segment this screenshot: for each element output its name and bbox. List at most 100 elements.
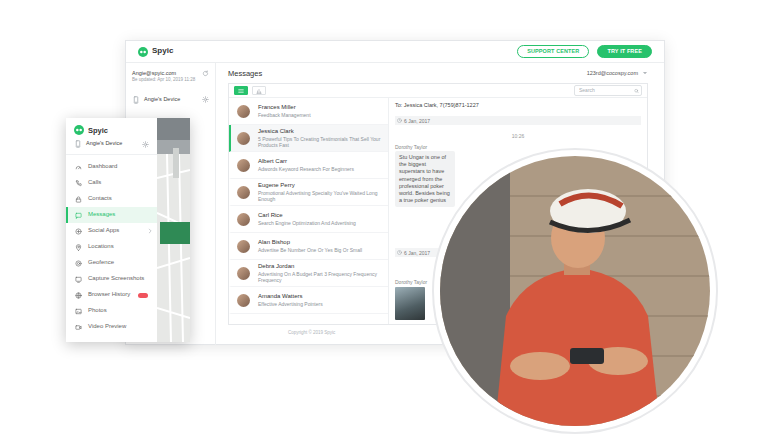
contact-name: Albert Carr — [258, 158, 354, 166]
date-label: 6 Jan, 2017 — [404, 250, 430, 256]
gear-icon[interactable] — [202, 96, 209, 103]
chevron-right-icon — [147, 228, 153, 234]
account-email: Angie@spyic.com — [132, 70, 176, 77]
phone-icon — [75, 180, 82, 187]
contact-name: Alan Bishop — [258, 239, 362, 247]
sidebar-item[interactable]: Video Preview — [66, 319, 157, 335]
search-icon — [634, 88, 639, 93]
geofence-target-icon — [75, 260, 82, 267]
try-free-button[interactable]: TRY IT FREE — [597, 45, 652, 58]
account-switcher[interactable]: 123rd@cocospy.com — [587, 70, 648, 77]
contact-avatar — [237, 105, 250, 118]
contact-avatar — [237, 159, 250, 172]
conversation-row[interactable]: Carl RiceSearch Engine Optimization And … — [229, 206, 388, 233]
message-preview: Effective Advertising Pointers — [258, 301, 323, 307]
sidebar-item-label: Geofence — [88, 259, 114, 266]
conversation-row[interactable]: Debra JordanAdvertising On A Budget Part… — [229, 260, 388, 287]
conversation-row[interactable]: Eugene PerryPromotional Advertising Spec… — [229, 179, 388, 206]
sidebar-item-label: Video Preview — [88, 323, 126, 330]
sidebar-item[interactable]: Calls — [66, 175, 157, 191]
gear-icon[interactable] — [142, 141, 149, 148]
phone-device-icon — [132, 96, 140, 104]
messages-title-row: Messages123rd@cocospy.com — [228, 63, 648, 83]
sidebar-item[interactable]: Capture Screenshots — [66, 271, 157, 287]
spyic-logo-icon — [138, 47, 148, 57]
message-bubble: Stu Ungar is one of the biggest supersta… — [395, 151, 455, 207]
account-updated: Be updated: Apr 10, 2019 11:28 — [132, 77, 209, 83]
sidebar-item-label: Dashboard — [88, 163, 117, 170]
social-circle-icon — [75, 228, 82, 235]
sidebar-item[interactable]: Photos — [66, 303, 157, 319]
mobile-drawer: Spyic Angie's Device Dashboard Calls Contact… — [66, 118, 190, 342]
sidebar-item[interactable]: Contacts — [66, 191, 157, 207]
contact-avatar — [237, 213, 250, 226]
sidebar-item[interactable]: Social Apps — [66, 223, 157, 239]
conversation-text: Albert CarrAdwords Keyword Research For … — [258, 158, 354, 172]
new-badge — [138, 293, 148, 298]
caret-down-icon — [642, 70, 648, 76]
sidebar-item-label: Social Apps — [88, 227, 119, 234]
sidebar-item-label: Messages — [88, 211, 115, 218]
conversation-list: Frances MillerFeedback Management Jessica… — [229, 98, 389, 324]
time-label: 10:26 — [395, 133, 641, 139]
drawer-brand-name: Spyic — [88, 126, 108, 135]
sidebar-item-label: Calls — [88, 179, 101, 186]
brand-name: Spyic — [152, 47, 173, 56]
support-center-button[interactable]: SUPPORT CENTER — [517, 45, 589, 58]
conversation-row[interactable]: Alan BishopAdvertise Be Number One Or Ye… — [229, 233, 388, 260]
conversation-text: Eugene PerryPromotional Advertising Spec… — [258, 182, 382, 202]
chart-icon — [256, 88, 262, 94]
contact-name: Eugene Perry — [258, 182, 382, 190]
list-icon — [238, 88, 244, 94]
contact-avatar — [237, 267, 250, 280]
contact-name: Carl Rice — [258, 212, 356, 220]
drawer-brand[interactable]: Spyic — [74, 125, 149, 135]
sidebar-item[interactable]: Geofence — [66, 255, 157, 271]
conversation-text: Amanda WattersEffective Advertising Poin… — [258, 293, 323, 307]
conversation-text: Jessica Clark5 Powerful Tips To Creating… — [258, 128, 382, 148]
conversation-row[interactable]: Frances MillerFeedback Management — [229, 98, 388, 125]
person-photo — [440, 156, 710, 426]
conversation-row[interactable]: Albert CarrAdwords Keyword Research For … — [229, 152, 388, 179]
contact-name: Jessica Clark — [258, 128, 382, 136]
thread-recipient: To: Jessica Clark, 7(759)871-1227 — [395, 102, 641, 109]
drawer-device-name: Angie's Device — [86, 140, 138, 147]
conversation-row[interactable]: Amanda WattersEffective Advertising Poin… — [229, 287, 388, 314]
refresh-icon[interactable] — [202, 70, 209, 77]
account-email-row: Angie@spyic.com — [132, 70, 209, 77]
conversation-text: Alan BishopAdvertise Be Number One Or Ye… — [258, 239, 362, 253]
image-icon — [75, 308, 82, 315]
video-camera-icon — [75, 324, 82, 331]
view-toggle — [234, 86, 266, 95]
conversation-text: Carl RiceSearch Engine Optimization And … — [258, 212, 356, 226]
message-preview: Promotional Advertising Specialty You've… — [258, 190, 382, 202]
map-view[interactable] — [157, 118, 190, 342]
contacts-lock-icon — [75, 196, 82, 203]
chart-view-button[interactable] — [252, 86, 266, 95]
message-preview: Adwords Keyword Research For Beginners — [258, 166, 354, 172]
list-view-button[interactable] — [234, 86, 248, 95]
sidebar-item[interactable]: Messages — [66, 207, 157, 223]
search-field[interactable] — [574, 85, 642, 96]
drawer-device-row[interactable]: Angie's Device — [74, 139, 149, 149]
map-pin-icon — [75, 244, 82, 251]
sidebar-item[interactable]: Browser History — [66, 287, 157, 303]
sidebar-item[interactable]: Dashboard — [66, 159, 157, 175]
sidebar-item-label: Contacts — [88, 195, 112, 202]
search-box — [574, 85, 642, 96]
conversation-row[interactable]: Jessica Clark5 Powerful Tips To Creating… — [229, 125, 388, 152]
sidebar-item-label: Browser History — [88, 291, 130, 298]
sidebar-item[interactable]: Locations — [66, 239, 157, 255]
clock-icon — [397, 118, 402, 123]
photo-attachment[interactable] — [395, 287, 425, 320]
date-divider: 6 Jan, 2017 — [395, 116, 641, 125]
clock-icon — [397, 250, 402, 255]
brand-logo[interactable]: Spyic — [138, 47, 173, 57]
device-row[interactable]: Angie's Device — [132, 95, 209, 105]
contact-avatar — [237, 132, 250, 145]
message-preview: 5 Powerful Tips To Creating Testimonials… — [258, 136, 382, 148]
sidebar-item-label: Locations — [88, 243, 114, 250]
message-preview: Advertise Be Number One Or Yes Big Or Sm… — [258, 247, 362, 253]
spyic-logo-icon — [74, 125, 84, 135]
account-address: 123rd@cocospy.com — [587, 70, 638, 77]
